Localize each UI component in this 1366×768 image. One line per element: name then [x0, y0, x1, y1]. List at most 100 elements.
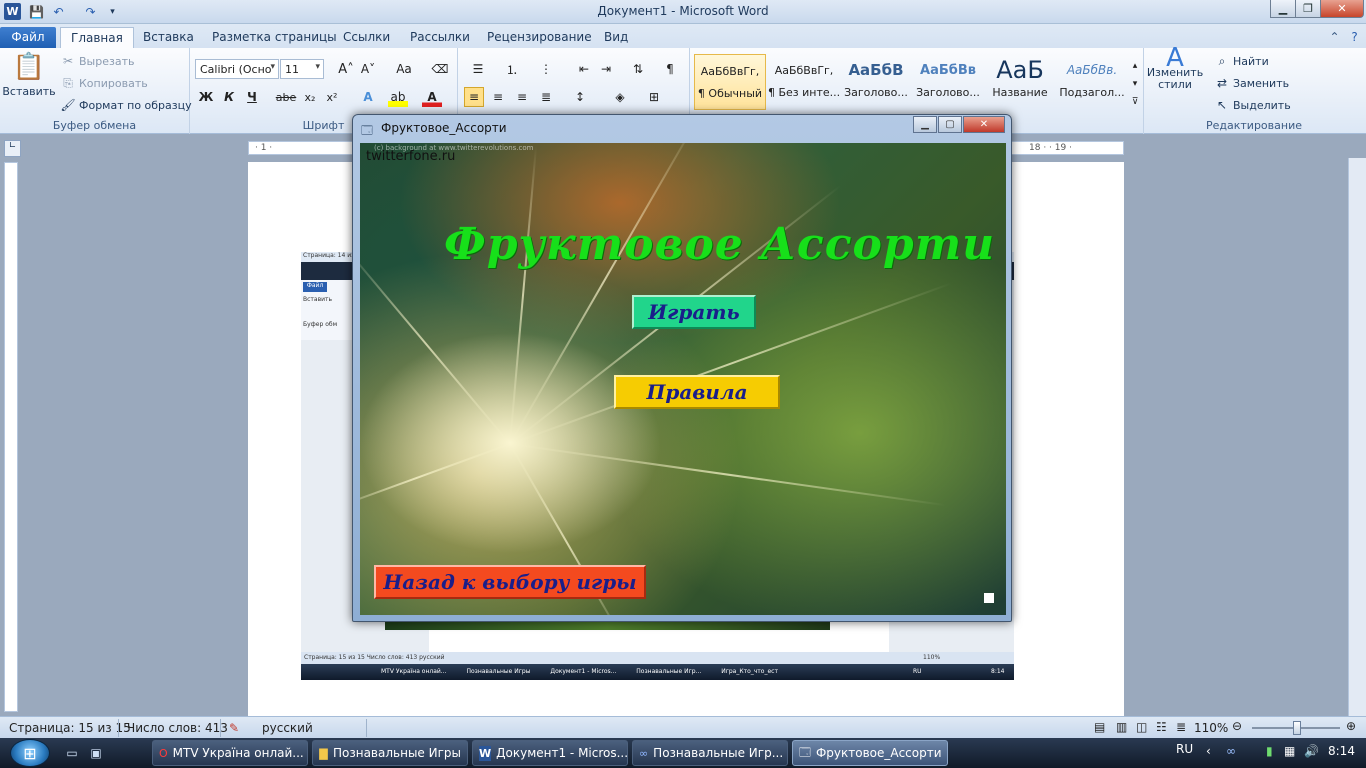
- styles-more-icon[interactable]: ⊽: [1128, 92, 1142, 112]
- maximize-button[interactable]: ❐: [1295, 0, 1321, 18]
- back-to-game-select-button[interactable]: Назад к выбору игры: [374, 565, 646, 599]
- rules-button[interactable]: Правила: [614, 375, 780, 409]
- taskbar-item-opera[interactable]: O MTV Україна онлай...: [152, 740, 308, 766]
- text-effects-icon[interactable]: A: [358, 87, 378, 107]
- switch-windows-icon[interactable]: ▣: [88, 745, 104, 761]
- minimize-ribbon-icon[interactable]: ⌃: [1326, 28, 1343, 45]
- tab-references[interactable]: Ссылки: [333, 27, 400, 48]
- find-button[interactable]: ⌕ Найти: [1214, 53, 1269, 69]
- battery-icon[interactable]: ▮: [1266, 744, 1273, 758]
- tab-home[interactable]: Главная: [60, 27, 134, 48]
- grow-font-icon[interactable]: A˄: [336, 59, 356, 79]
- tab-selector[interactable]: ∟: [4, 140, 21, 157]
- style-normal[interactable]: АаБбВвГг, ¶ Обычный: [694, 54, 766, 110]
- numbering-icon[interactable]: ⒈: [502, 59, 522, 79]
- zoom-in-icon[interactable]: ⊕: [1346, 719, 1356, 733]
- multilevel-list-icon[interactable]: ⋮: [536, 59, 556, 79]
- font-color-icon[interactable]: A: [422, 87, 442, 107]
- zoom-level[interactable]: 110%: [1194, 721, 1228, 735]
- replace-icon: ⇄: [1216, 76, 1228, 90]
- font-name-combo[interactable]: Calibri (Осно: [195, 59, 279, 79]
- shading-icon[interactable]: ◈: [610, 87, 630, 107]
- strikethrough-button[interactable]: abe: [276, 87, 297, 107]
- line-spacing-icon[interactable]: ↕: [570, 87, 590, 107]
- bullets-icon[interactable]: ☰: [468, 59, 488, 79]
- style-title[interactable]: АаБ Название: [984, 54, 1056, 110]
- draft-icon[interactable]: ≣: [1176, 720, 1186, 734]
- pilcrow-icon[interactable]: ¶: [660, 59, 680, 79]
- word-count[interactable]: Число слов: 413: [127, 721, 228, 735]
- highlight-icon[interactable]: ab: [388, 87, 408, 107]
- tab-review[interactable]: Рецензирование: [477, 27, 602, 48]
- tray-expand-icon[interactable]: ‹: [1206, 744, 1211, 758]
- page-count[interactable]: Страница: 15 из 15: [9, 721, 131, 735]
- shrink-font-icon[interactable]: A˅: [358, 59, 378, 79]
- language[interactable]: русский: [262, 721, 313, 735]
- align-left-icon[interactable]: ≡: [464, 87, 484, 107]
- tab-file[interactable]: Файл: [0, 27, 56, 48]
- tray-app-icon[interactable]: ∞: [1226, 744, 1236, 758]
- game-minimize-button[interactable]: ▁: [913, 116, 937, 133]
- vertical-scrollbar[interactable]: [1348, 158, 1366, 716]
- align-right-icon[interactable]: ≡: [512, 87, 532, 107]
- title-bar: W 💾 ↶ ↷ ▾ Документ1 - Microsoft Word ▁ ❐…: [0, 0, 1366, 24]
- style-heading-2[interactable]: АаБбВв Заголово...: [912, 54, 984, 110]
- styles-scroll-down-icon[interactable]: ▾: [1128, 74, 1142, 94]
- game-close-button[interactable]: ✕: [963, 116, 1005, 133]
- input-language[interactable]: RU: [1176, 742, 1193, 756]
- game-maximize-button[interactable]: ▢: [938, 116, 962, 133]
- tab-insert[interactable]: Вставка: [133, 27, 204, 48]
- start-button[interactable]: ⊞: [10, 739, 50, 767]
- copy-icon: ⎘: [63, 75, 73, 90]
- subscript-icon[interactable]: x₂: [300, 87, 320, 107]
- proofing-icon[interactable]: ✎: [229, 721, 239, 735]
- style-subtitle[interactable]: АаБбВв. Подзагол...: [1056, 54, 1128, 110]
- zoom-out-icon[interactable]: ⊖: [1232, 719, 1242, 733]
- play-button[interactable]: Играть: [632, 295, 756, 329]
- outline-icon[interactable]: ☷: [1156, 720, 1167, 734]
- zoom-slider-thumb[interactable]: [1293, 721, 1301, 735]
- network-icon[interactable]: ▦: [1284, 744, 1295, 758]
- print-layout-icon[interactable]: ▤: [1094, 720, 1105, 734]
- superscript-icon[interactable]: x²: [322, 87, 342, 107]
- taskbar-item-games[interactable]: ∞ Познавальные Игр...: [632, 740, 788, 766]
- volume-icon[interactable]: 🔊: [1304, 744, 1319, 758]
- close-button[interactable]: ✕: [1320, 0, 1364, 18]
- change-styles-button[interactable]: A Изменить стили: [1146, 45, 1204, 91]
- font-size-combo[interactable]: 11: [280, 59, 324, 79]
- clock[interactable]: 8:14: [1328, 744, 1355, 758]
- tab-mailings[interactable]: Рассылки: [400, 27, 480, 48]
- game-title: Фруктовое Ассорти: [444, 219, 996, 270]
- minimize-button[interactable]: ▁: [1270, 0, 1296, 18]
- vertical-ruler[interactable]: [4, 162, 18, 712]
- tab-view[interactable]: Вид: [594, 27, 638, 48]
- cut-button[interactable]: ✂ Вырезать: [60, 53, 135, 69]
- web-layout-icon[interactable]: ◫: [1136, 720, 1147, 734]
- taskbar-item-folder[interactable]: ▇ Познавальные Игры: [312, 740, 468, 766]
- borders-icon[interactable]: ⊞: [644, 87, 664, 107]
- decrease-indent-icon[interactable]: ⇤: [574, 59, 594, 79]
- format-painter-button[interactable]: 🖌 Формат по образцу: [60, 97, 191, 113]
- taskbar-item-fruit-game[interactable]: 🗔 Фруктовое_Ассорти: [792, 740, 948, 766]
- justify-icon[interactable]: ≣: [536, 87, 556, 107]
- clear-format-icon[interactable]: ⌫: [430, 59, 450, 79]
- style-heading-1[interactable]: АаБбВ Заголово...: [840, 54, 912, 110]
- taskbar-item-word[interactable]: W Документ1 - Micros...: [472, 740, 628, 766]
- full-screen-reading-icon[interactable]: ▥: [1116, 720, 1127, 734]
- show-desktop-icon[interactable]: ▭: [64, 745, 80, 761]
- align-center-icon[interactable]: ≡: [488, 87, 508, 107]
- bold-button[interactable]: Ж: [196, 87, 216, 107]
- style-no-spacing[interactable]: АаБбВвГг, ¶ Без инте...: [768, 54, 840, 110]
- replace-button[interactable]: ⇄ Заменить: [1214, 75, 1289, 91]
- italic-button[interactable]: К: [219, 87, 239, 107]
- paste-button[interactable]: 📋 Вставить: [2, 52, 55, 98]
- help-icon[interactable]: ?: [1346, 28, 1363, 45]
- change-case-icon[interactable]: Aa: [394, 59, 414, 79]
- select-button[interactable]: ↖ Выделить: [1214, 97, 1291, 113]
- styles-scroll-up-icon[interactable]: ▴: [1128, 56, 1142, 76]
- tab-page-layout[interactable]: Разметка страницы: [202, 27, 347, 48]
- sort-icon[interactable]: ⇅: [628, 59, 648, 79]
- underline-button[interactable]: Ч: [242, 87, 262, 107]
- increase-indent-icon[interactable]: ⇥: [596, 59, 616, 79]
- copy-button[interactable]: ⎘ Копировать: [60, 75, 148, 91]
